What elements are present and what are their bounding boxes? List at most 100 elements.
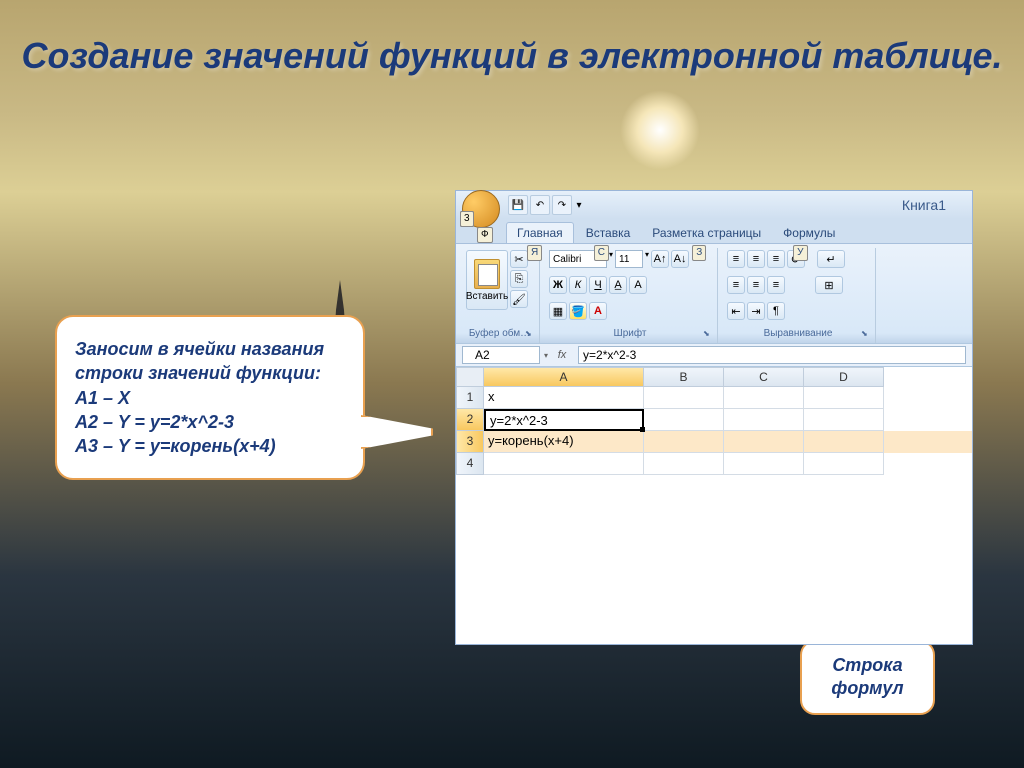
spreadsheet-grid: A B C D 1 x 2 y=2*x^2-3 3 y=корень(x+4) — [456, 367, 972, 644]
excel-window: Ф 💾 1 ↶ 2 ↷ 3 ▾ Книга1 Главная Я Вставка… — [455, 190, 973, 645]
formula-bar: A2 ▾ fx y=2*x^2-3 — [456, 343, 972, 367]
ribbon-group-clipboard: Вставить ✂ ⎘ 🖌 Буфер обм… ⬊ — [460, 248, 540, 343]
font-size-selector[interactable]: 11 — [615, 250, 643, 268]
cell-b2[interactable] — [644, 409, 724, 431]
decrease-indent-button[interactable]: ⇤ — [727, 302, 745, 320]
merge-button[interactable]: ⊞ — [815, 276, 843, 294]
table-row: 1 x — [456, 387, 972, 409]
table-row: 3 y=корень(x+4) — [456, 431, 972, 453]
align-top-button[interactable]: ≡ — [727, 250, 745, 268]
cell-a1[interactable]: x — [484, 387, 644, 409]
shrink-font-button[interactable]: A↓ — [671, 250, 689, 268]
tab-formulas-label: Формулы — [783, 226, 835, 240]
wrap-text-button[interactable]: ↵ — [817, 250, 845, 268]
fill-color-button[interactable]: 🪣 — [569, 302, 587, 320]
callout-line-a1: A1 – X — [75, 386, 345, 410]
cell-c2[interactable] — [724, 409, 804, 431]
keytip-qat-3: 3 — [460, 211, 474, 227]
ribbon-group-font: Calibri ▾ 11 ▾ A↑ A↓ Ж К Ч A̲ A ▦ 🪣 A Шр… — [543, 248, 718, 343]
callout-line-a2: A2 – Y = y=2*x^2-3 — [75, 410, 345, 434]
cell-a2[interactable]: y=2*x^2-3 — [484, 409, 644, 431]
callout-right-line1: Строка — [810, 654, 925, 677]
tab-layout[interactable]: Разметка страницы З — [642, 223, 771, 243]
align-left-button[interactable]: ≡ — [727, 276, 745, 294]
clipboard-group-label: Буфер обм… — [466, 328, 533, 341]
tab-insert[interactable]: Вставка С — [576, 223, 641, 243]
cell-b3[interactable] — [644, 431, 724, 453]
cut-button[interactable]: ✂ — [510, 250, 528, 268]
qat-save[interactable]: 💾 1 — [508, 195, 528, 215]
font-dialog-launcher[interactable]: ⬊ — [703, 329, 715, 341]
row-header-2[interactable]: 2 — [456, 409, 484, 431]
document-title: Книга1 — [902, 197, 946, 213]
rtl-button[interactable]: ¶ — [767, 302, 785, 320]
row-header-1[interactable]: 1 — [456, 387, 484, 409]
paste-icon — [474, 259, 500, 289]
callout-right-line2: формул — [810, 677, 925, 700]
cell-c1[interactable] — [724, 387, 804, 409]
align-bottom-button[interactable]: ≡ — [767, 250, 785, 268]
tab-formulas[interactable]: Формулы У — [773, 223, 845, 243]
keytip-office: Ф — [477, 227, 493, 243]
keytip-layout: З — [692, 245, 706, 261]
callout-formula-bar: Строка формул — [800, 640, 935, 715]
column-header-c[interactable]: C — [724, 367, 804, 387]
font-color-button[interactable]: A — [589, 302, 607, 320]
align-center-button[interactable]: ≡ — [747, 276, 765, 294]
row-header-4[interactable]: 4 — [456, 453, 484, 475]
ribbon-group-alignment: ≡ ≡ ≡ ⟳ ↵ ≡ ≡ ≡ ⊞ ⇤ ⇥ ¶ Выравнивание ⬊ — [721, 248, 876, 343]
align-middle-button[interactable]: ≡ — [747, 250, 765, 268]
cell-d3[interactable] — [804, 431, 884, 453]
increase-indent-button[interactable]: ⇥ — [747, 302, 765, 320]
bold-button[interactable]: Ж — [549, 276, 567, 294]
tab-insert-label: Вставка — [586, 226, 631, 240]
qat-undo[interactable]: ↶ 2 — [530, 195, 550, 215]
borders-button[interactable]: ▦ — [549, 302, 567, 320]
align-right-button[interactable]: ≡ — [767, 276, 785, 294]
background-sun — [620, 90, 700, 170]
qat-redo[interactable]: ↷ 3 — [552, 195, 572, 215]
cell-b4[interactable] — [644, 453, 724, 475]
font-group-label: Шрифт — [549, 328, 711, 341]
cell-d1[interactable] — [804, 387, 884, 409]
cell-d4[interactable] — [804, 453, 884, 475]
alignment-group-label: Выравнивание — [727, 328, 869, 341]
keytip-insert: С — [594, 245, 609, 261]
grow-font-button[interactable]: A↑ — [651, 250, 669, 268]
formula-input[interactable]: y=2*x^2-3 — [578, 346, 966, 364]
cell-d2[interactable] — [804, 409, 884, 431]
callout-intro: Заносим в ячейки названия строки значени… — [75, 337, 345, 386]
cell-c3[interactable] — [724, 431, 804, 453]
table-row: 2 y=2*x^2-3 — [456, 409, 972, 431]
clipboard-dialog-launcher[interactable]: ⬊ — [525, 329, 537, 341]
column-headers: A B C D — [456, 367, 972, 387]
font-expand-button[interactable]: A — [629, 276, 647, 294]
column-header-a[interactable]: A — [484, 367, 644, 387]
fx-button[interactable]: fx — [552, 346, 572, 364]
double-underline-button[interactable]: A̲ — [609, 276, 627, 294]
underline-button[interactable]: Ч — [589, 276, 607, 294]
tab-home[interactable]: Главная Я — [506, 222, 574, 243]
cell-c4[interactable] — [724, 453, 804, 475]
row-header-3[interactable]: 3 — [456, 431, 484, 453]
titlebar: Ф 💾 1 ↶ 2 ↷ 3 ▾ Книга1 — [456, 191, 972, 219]
keytip-home: Я — [527, 245, 542, 261]
table-row: 4 — [456, 453, 972, 475]
qat-dropdown-icon[interactable]: ▾ — [574, 195, 584, 215]
callout-instructions: Заносим в ячейки названия строки значени… — [55, 315, 365, 480]
name-box[interactable]: A2 — [462, 346, 540, 364]
format-painter-button[interactable]: 🖌 — [510, 290, 528, 308]
alignment-dialog-launcher[interactable]: ⬊ — [861, 329, 873, 341]
italic-button[interactable]: К — [569, 276, 587, 294]
copy-button[interactable]: ⎘ — [510, 270, 528, 288]
column-header-b[interactable]: B — [644, 367, 724, 387]
cell-b1[interactable] — [644, 387, 724, 409]
paste-button[interactable]: Вставить — [466, 250, 508, 310]
ribbon-tabs: Главная Я Вставка С Разметка страницы З … — [456, 219, 972, 243]
quick-access-toolbar: 💾 1 ↶ 2 ↷ 3 ▾ — [508, 195, 584, 215]
select-all-corner[interactable] — [456, 367, 484, 387]
cell-a4[interactable] — [484, 453, 644, 475]
cell-a3[interactable]: y=корень(x+4) — [484, 431, 644, 453]
paste-label: Вставить — [466, 291, 508, 302]
column-header-d[interactable]: D — [804, 367, 884, 387]
